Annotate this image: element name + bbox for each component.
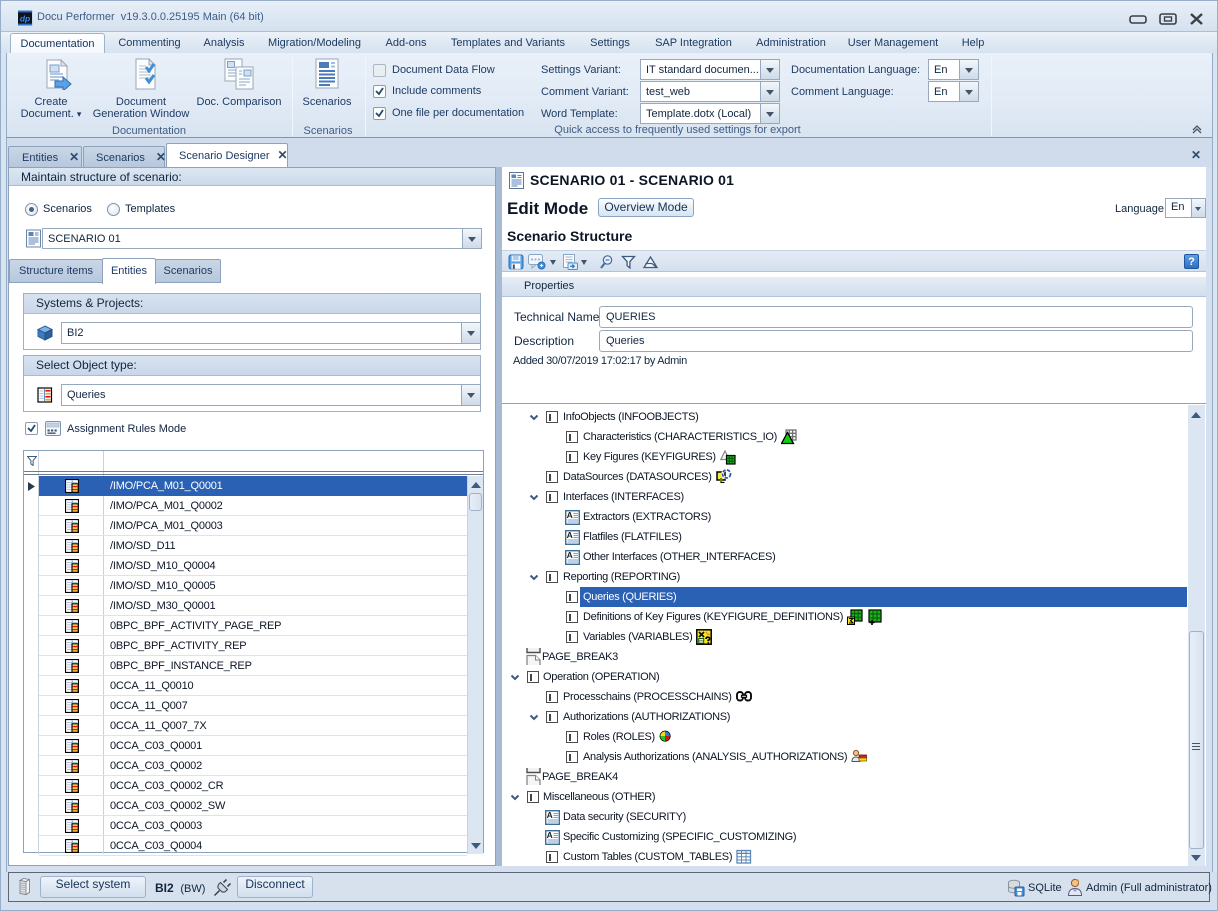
svg-text:dp: dp	[20, 13, 30, 23]
